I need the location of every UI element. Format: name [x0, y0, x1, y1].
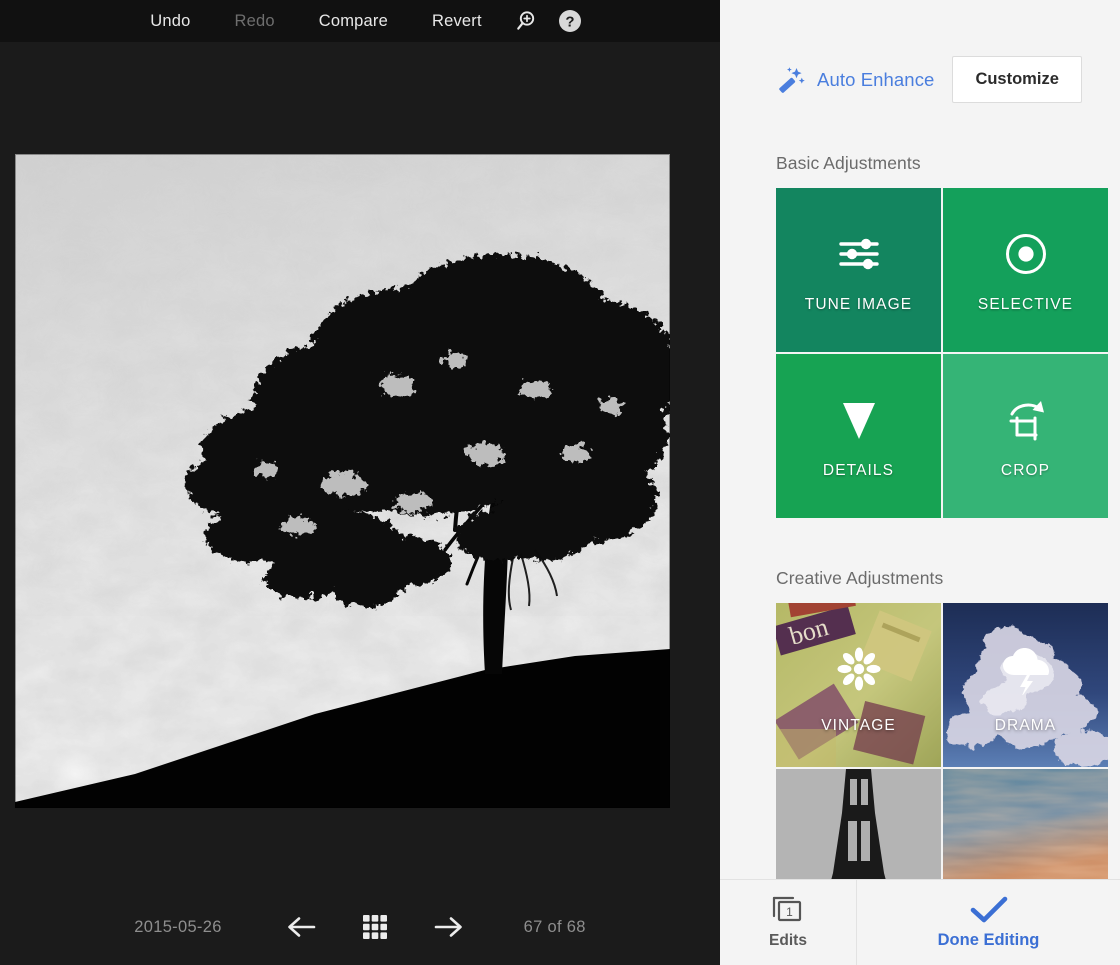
tile-crop[interactable]: CROP [943, 354, 1108, 518]
tile-creative-3[interactable] [776, 769, 941, 879]
magic-wand-icon [779, 66, 805, 93]
editor-toolbar: Undo Redo Compare Revert ? [0, 0, 720, 42]
grid-3x3-icon [362, 915, 387, 939]
check-icon [970, 896, 1007, 922]
edits-count-text: 1 [786, 905, 793, 919]
revert-button[interactable]: Revert [410, 0, 504, 42]
editor-pane: Undo Redo Compare Revert ? 2015-05-26 67… [0, 0, 720, 965]
tile-tune-image[interactable]: TUNE IMAGE [776, 188, 941, 352]
tools-scroll-area[interactable]: Auto Enhance Customize Basic Adjustments [720, 0, 1120, 879]
layers-stack-icon: 1 [772, 896, 802, 922]
help-button[interactable]: ? [548, 0, 592, 42]
svg-text:?: ? [565, 14, 574, 31]
photo-canvas[interactable] [15, 154, 670, 808]
sliders-icon [837, 226, 881, 282]
edits-button[interactable]: 1 Edits [720, 880, 857, 965]
done-editing-label: Done Editing [937, 930, 1040, 949]
auto-enhance-label: Auto Enhance [817, 68, 935, 90]
photo-navigation-bar: 2015-05-26 67 of 68 [0, 889, 720, 965]
photo-position: 67 of 68 [523, 917, 586, 936]
edits-label: Edits [769, 932, 807, 949]
target-dot-icon [1003, 226, 1049, 282]
tile-label: DRAMA [994, 717, 1057, 734]
creative-adjustments-title: Creative Adjustments [776, 568, 944, 588]
tile-label: VINTAGE [821, 717, 896, 734]
basic-adjustments-grid: TUNE IMAGE SELECTIVE DETAILS CROP [776, 188, 1108, 518]
panel-action-bar: 1 Edits Done Editing [720, 879, 1120, 965]
tree-silhouette-photo [15, 154, 670, 808]
tile-details[interactable]: DETAILS [776, 354, 941, 518]
photo-date: 2015-05-26 [134, 917, 222, 936]
flower-icon [776, 647, 941, 691]
tile-label: TUNE IMAGE [804, 296, 913, 313]
tile-label: CROP [1000, 462, 1051, 479]
arrow-right-icon [434, 917, 462, 937]
tile-label: DETAILS [822, 462, 895, 479]
basic-adjustments-title: Basic Adjustments [776, 153, 921, 173]
sunset-sky-photo [943, 769, 1108, 879]
magnifier-plus-icon [516, 11, 534, 30]
tile-creative-4[interactable] [943, 769, 1108, 879]
zoom-in-button[interactable] [504, 0, 548, 42]
panel-header: Auto Enhance Customize [720, 0, 1120, 103]
compare-button[interactable]: Compare [297, 0, 410, 42]
cloud-bolt-icon [943, 647, 1108, 695]
tile-selective[interactable]: SELECTIVE [943, 188, 1108, 352]
tools-panel: Auto Enhance Customize Basic Adjustments [720, 0, 1120, 965]
crop-rotate-icon [1003, 392, 1049, 448]
help-circle-icon: ? [558, 10, 581, 32]
done-editing-button[interactable]: Done Editing [857, 880, 1120, 965]
photo-editor-app: Undo Redo Compare Revert ? 2015-05-26 67… [0, 0, 1120, 965]
triangle-down-icon [837, 392, 881, 448]
next-photo-button[interactable] [426, 904, 472, 950]
redo-button[interactable]: Redo [212, 0, 296, 42]
undo-button[interactable]: Undo [128, 0, 212, 42]
photo-grid-button[interactable] [352, 904, 398, 950]
customize-button[interactable]: Customize [952, 56, 1082, 103]
creative-adjustments-grid: bon VINTAGE DRAMA [776, 603, 1108, 879]
tile-drama[interactable]: DRAMA [943, 603, 1108, 767]
tile-label: SELECTIVE [977, 296, 1074, 313]
arrow-left-icon [287, 917, 315, 937]
tile-vintage[interactable]: bon VINTAGE [776, 603, 941, 767]
previous-photo-button[interactable] [278, 904, 324, 950]
eiffel-tower-bw-photo [776, 769, 941, 879]
auto-enhance-button[interactable]: Auto Enhance [776, 65, 934, 95]
